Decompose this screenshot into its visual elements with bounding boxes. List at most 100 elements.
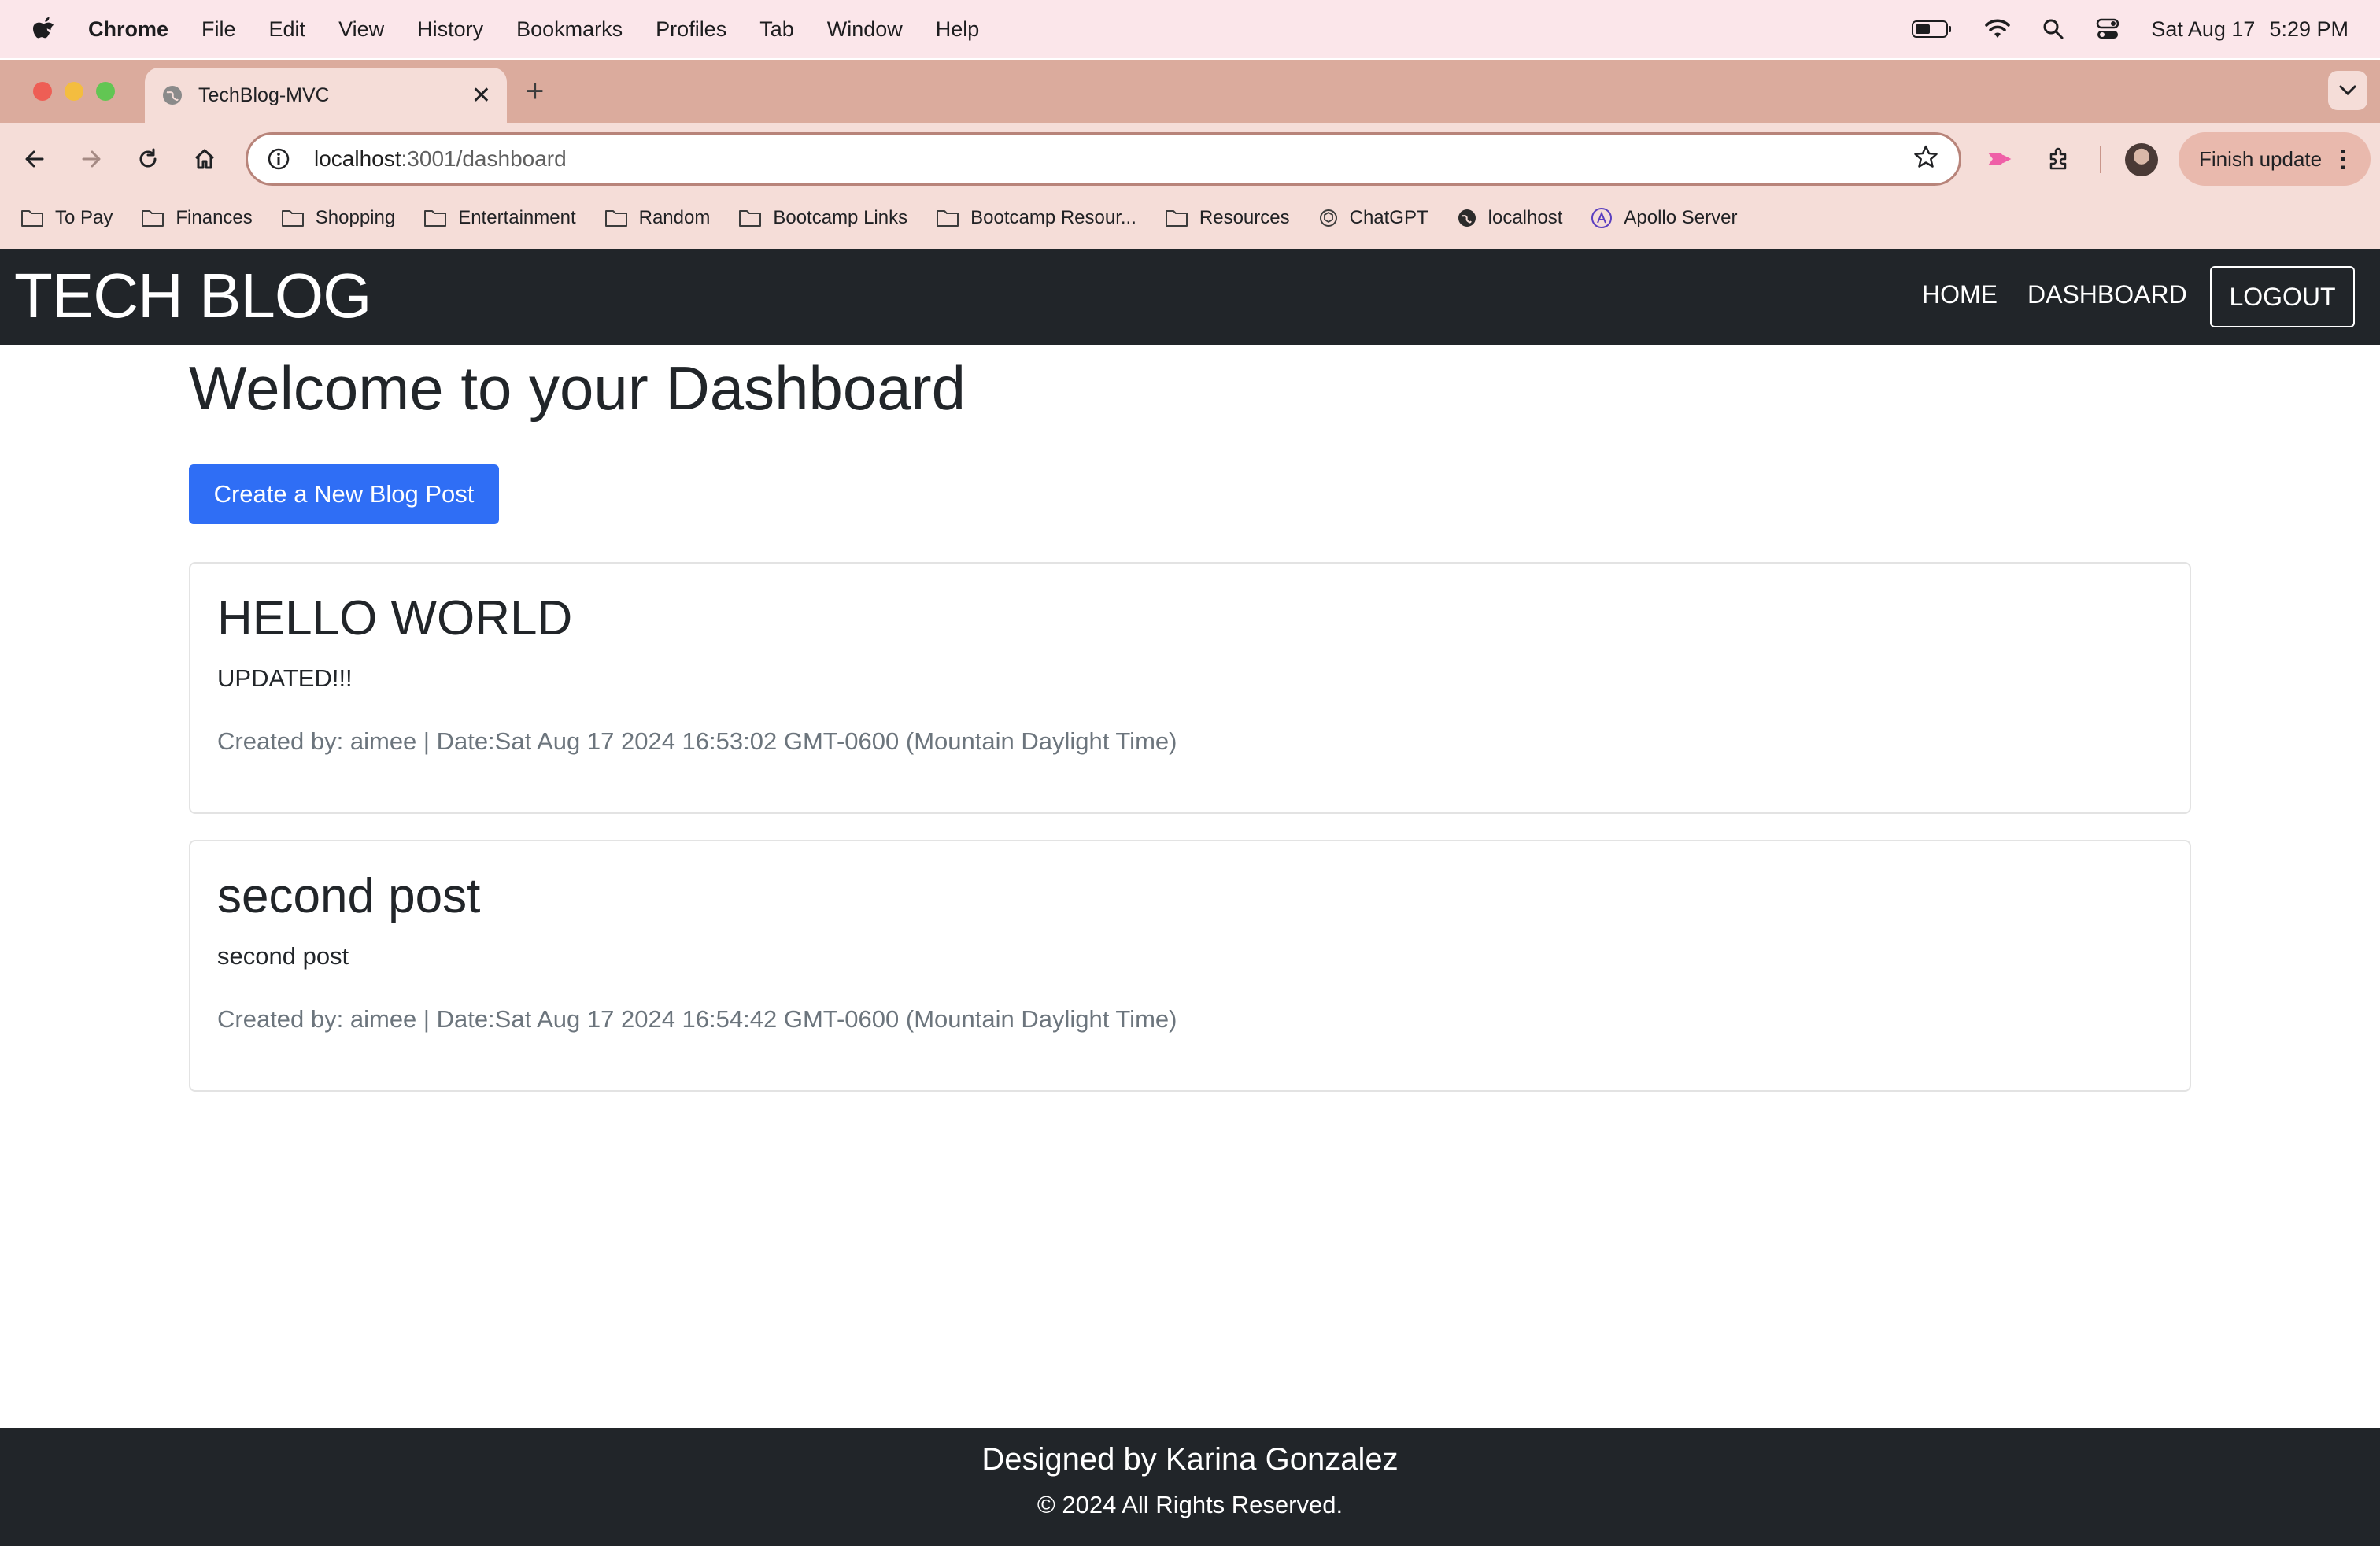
home-button[interactable] xyxy=(186,140,224,178)
post-body: UPDATED!!! xyxy=(217,664,353,692)
chevron-down-icon xyxy=(2339,85,2356,96)
post-meta: Created by: aimee | Date:Sat Aug 17 2024… xyxy=(217,1005,1177,1033)
menu-tab[interactable]: Tab xyxy=(759,17,794,42)
back-button[interactable] xyxy=(16,140,54,178)
bookmark-localhost[interactable]: localhost xyxy=(1457,207,1563,229)
extensions-puzzle-icon[interactable] xyxy=(2040,140,2078,178)
apollo-icon xyxy=(1591,208,1613,228)
new-tab-button[interactable]: + xyxy=(526,76,544,107)
url-path: :3001/dashboard xyxy=(401,146,567,171)
web-page: TECH BLOG HOME DASHBOARD LOGOUT Welcome … xyxy=(0,249,2380,1546)
back-arrow-icon xyxy=(25,150,44,168)
battery-icon[interactable] xyxy=(1912,20,1953,39)
reload-icon xyxy=(139,148,157,168)
globe-icon xyxy=(161,83,184,107)
folder-icon xyxy=(739,210,762,227)
menu-file[interactable]: File xyxy=(201,17,236,42)
bookmark-folder-entertainment[interactable]: Entertainment xyxy=(423,207,576,229)
page-title: Welcome to your Dashboard xyxy=(189,353,966,423)
site-brand[interactable]: TECH BLOG xyxy=(14,260,371,332)
bookmark-folder-to-pay[interactable]: To Pay xyxy=(20,207,113,229)
bookmark-label: Bootcamp Links xyxy=(773,207,908,228)
bookmark-folder-random[interactable]: Random xyxy=(604,207,711,229)
profile-avatar[interactable] xyxy=(2125,143,2158,176)
footer-credit: Designed by Karina Gonzalez xyxy=(981,1442,1399,1477)
bookmark-label: To Pay xyxy=(55,207,113,228)
nav-dashboard-link[interactable]: DASHBOARD xyxy=(2027,280,2187,309)
browser-tab-active[interactable]: TechBlog-MVC ✕ xyxy=(145,68,507,123)
chatgpt-icon xyxy=(1319,209,1337,227)
folder-icon xyxy=(937,210,959,227)
finish-update-label: Finish update xyxy=(2199,146,2323,171)
menu-view[interactable]: View xyxy=(338,17,384,42)
menu-help[interactable]: Help xyxy=(936,17,980,42)
bookmark-label: Bootcamp Resour... xyxy=(970,207,1136,228)
bookmark-label: Shopping xyxy=(315,207,396,228)
site-info-icon[interactable] xyxy=(267,147,290,171)
folder-icon xyxy=(604,210,627,227)
window-close-button[interactable] xyxy=(33,82,52,101)
bookmark-chatgpt[interactable]: ChatGPT xyxy=(1318,207,1428,229)
post-meta: Created by: aimee | Date:Sat Aug 17 2024… xyxy=(217,727,1177,755)
globe-icon xyxy=(1458,209,1476,227)
apple-icon[interactable] xyxy=(31,15,57,43)
menu-profiles[interactable]: Profiles xyxy=(656,17,726,42)
window-minimize-button[interactable] xyxy=(65,82,83,101)
bookmark-label: Finances xyxy=(176,207,253,228)
folder-icon xyxy=(142,210,164,227)
bookmark-folder-finances[interactable]: Finances xyxy=(141,207,253,229)
url-host: localhost xyxy=(314,146,401,171)
create-post-button[interactable]: Create a New Blog Post xyxy=(189,464,499,524)
folder-icon xyxy=(281,210,304,227)
tab-title: TechBlog-MVC xyxy=(198,83,330,106)
window-zoom-button[interactable] xyxy=(96,82,115,101)
bookmark-label: ChatGPT xyxy=(1349,207,1428,228)
post-card[interactable]: second post second post Created by: aime… xyxy=(189,840,2191,1092)
extension-pink-icon[interactable] xyxy=(1980,140,2018,178)
home-icon xyxy=(194,149,215,169)
post-title[interactable]: second post xyxy=(217,868,480,924)
bookmark-folder-bootcamp-links[interactable]: Bootcamp Links xyxy=(738,207,907,229)
finish-update-button[interactable]: Finish update ⋮ xyxy=(2179,132,2371,186)
bookmark-label: Random xyxy=(638,207,711,228)
bookmark-star-icon[interactable] xyxy=(1913,144,1938,175)
menubar-time[interactable]: 5:29 PM xyxy=(2269,17,2349,42)
bookmark-label: Resources xyxy=(1199,207,1290,228)
site-navbar: TECH BLOG HOME DASHBOARD LOGOUT xyxy=(0,249,2380,345)
bookmark-folder-bootcamp-resources[interactable]: Bootcamp Resour... xyxy=(936,207,1136,229)
menu-history[interactable]: History xyxy=(417,17,483,42)
forward-button[interactable] xyxy=(72,140,110,178)
tab-search-button[interactable] xyxy=(2328,71,2367,110)
macos-menu-bar: Chrome File Edit View History Bookmarks … xyxy=(0,0,2380,58)
bookmark-label: localhost xyxy=(1488,207,1563,228)
nav-home-link[interactable]: HOME xyxy=(1922,280,1998,309)
post-body: second post xyxy=(217,942,349,970)
logout-button[interactable]: LOGOUT xyxy=(2210,266,2355,327)
site-footer: Designed by Karina Gonzalez © 2024 All R… xyxy=(0,1428,2380,1546)
folder-icon xyxy=(1165,210,1188,227)
menu-window[interactable]: Window xyxy=(827,17,903,42)
menu-bookmarks[interactable]: Bookmarks xyxy=(516,17,623,42)
bookmark-label: Apollo Server xyxy=(1624,207,1738,228)
toolbar-divider xyxy=(2100,146,2101,173)
menu-app-name[interactable]: Chrome xyxy=(88,17,168,42)
menu-edit[interactable]: Edit xyxy=(269,17,306,42)
forward-arrow-icon xyxy=(82,150,101,168)
address-bar[interactable]: localhost:3001/dashboard xyxy=(246,132,1961,186)
wifi-icon[interactable] xyxy=(1984,19,2011,39)
spotlight-search-icon[interactable] xyxy=(2042,18,2064,40)
bookmark-apollo-server[interactable]: Apollo Server xyxy=(1591,207,1737,229)
control-center-icon[interactable] xyxy=(2096,18,2119,40)
bookmark-folder-shopping[interactable]: Shopping xyxy=(281,207,395,229)
folder-icon xyxy=(21,210,43,227)
post-title[interactable]: HELLO WORLD xyxy=(217,590,572,646)
footer-copyright: © 2024 All Rights Reserved. xyxy=(1037,1491,1343,1518)
menubar-date[interactable]: Sat Aug 17 xyxy=(2151,17,2255,42)
reload-button[interactable] xyxy=(129,140,167,178)
more-menu-icon[interactable]: ⋮ xyxy=(2331,146,2355,173)
post-card[interactable]: HELLO WORLD UPDATED!!! Created by: aimee… xyxy=(189,562,2191,814)
bookmarks-bar: To Pay Finances Shopping Entertainment R… xyxy=(0,197,2380,239)
bookmark-folder-resources[interactable]: Resources xyxy=(1165,207,1290,229)
folder-icon xyxy=(424,210,447,227)
tab-close-icon[interactable]: ✕ xyxy=(471,82,491,109)
